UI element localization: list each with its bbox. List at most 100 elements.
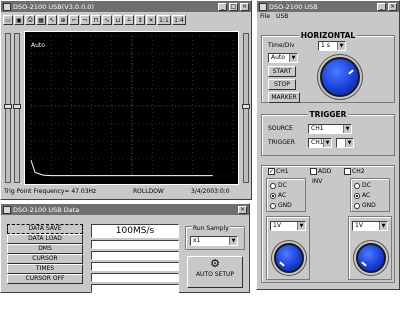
auto-select[interactable]: Auto ▼ [268,53,298,63]
time-div-select[interactable]: 1 s ▼ [318,41,346,51]
control-panel-titlebar[interactable]: DSO-2100 USB _ × [257,1,399,12]
app-icon [3,205,11,214]
ch2-dc-radio[interactable]: DC [354,182,371,189]
close-button[interactable]: × [240,2,249,11]
stop-button[interactable]: STOP [268,79,296,90]
cursor-off-button[interactable]: CURSOR OFF [7,274,83,284]
ch1-volt-knob[interactable] [274,243,304,273]
ch2-gnd-radio[interactable]: GND [354,202,376,209]
app-icon [3,2,11,11]
time-div-label: Time/Div [268,42,295,49]
close-button[interactable]: × [388,2,397,11]
grid-icon[interactable]: ▦ [36,15,46,25]
data-window: DSO-2100 USB Data × DATA SAVE DATA LOAD … [0,203,250,293]
mode-status: ROLLDOW [133,188,164,195]
ch2-volt-knob[interactable] [356,243,386,273]
channels-group: ✓ CH1 ADD CH2 INV DC AC GND DC AC GND 1V ▼… [261,165,395,283]
series-0-trace [30,160,213,177]
readout-field-2 [91,240,179,249]
trigger-group: TRIGGER SOURCE CH1 ▼ TRIGGER CH1 ▼ ▼ [261,110,395,156]
readout-field-3 [91,251,179,260]
measure-icon[interactable]: ↕ [135,15,145,25]
chevron-down-icon: ▼ [229,237,237,245]
save-icon[interactable]: ▣ [14,15,24,25]
trigger-level-slider[interactable] [242,33,250,183]
ch1-ac-radio[interactable]: AC [270,192,286,199]
probe-icon[interactable]: ⟂ [124,15,134,25]
chevron-down-icon: ▼ [345,139,353,147]
readout-field-5 [91,273,179,282]
menu-file[interactable]: File [260,13,270,20]
ch1-dc-radio[interactable]: DC [270,182,287,189]
menu-usb[interactable]: USB [276,13,288,20]
run-samply-select[interactable]: x1 ▼ [190,236,238,246]
sine-icon[interactable]: ∿ [102,15,112,25]
minimize-button[interactable]: _ [377,2,386,11]
fall-icon[interactable]: ¬ [80,15,90,25]
ch1-gnd-radio[interactable]: GND [270,202,292,209]
ch2-position-slider[interactable] [13,33,21,183]
ch2-volt-select[interactable]: 1V ▼ [352,221,388,231]
print-icon[interactable]: ⎙ [25,15,35,25]
trigger-source-label: SOURCE [268,125,293,132]
cursor-button[interactable]: CURSOR [7,254,83,264]
chevron-down-icon: ▼ [297,222,305,230]
ch1-position-slider[interactable] [4,33,12,183]
scope-window: DSO-2100 USB(V3.0.0.0) _ □ × ▭ ▣ ⎙ ▦ ↖ ⊕… [0,0,252,200]
control-panel-window: DSO-2100 USB _ × File USB HORIZONTAL Tim… [256,0,400,290]
horizontal-group: HORIZONTAL Time/Div 1 s ▼ Auto ▼ START STO… [261,31,395,103]
minimize-button[interactable]: _ [218,2,227,11]
close-button[interactable]: × [238,205,247,214]
dms-button[interactable]: DMS [7,244,83,254]
ch2-ac-radio[interactable]: AC [354,192,370,199]
data-menu-list: DATA SAVE DATA LOAD DMS CURSOR TIMES CUR… [7,224,83,284]
auto-setup-button[interactable]: ⚙ AUTO SETUP [187,256,243,288]
scope-plot [30,35,234,177]
control-panel-menubar: File USB [260,13,288,20]
marker-button[interactable]: MARKER [268,92,300,103]
trigger-mode-label: TRIGGER [268,139,295,146]
run-samply-group: Run Samply x1 ▼ [185,225,245,250]
rise-icon[interactable]: ⌐ [69,15,79,25]
maximize-button[interactable]: □ [229,2,238,11]
readout-field-6 [91,284,179,293]
sample-rate-field: 100MS/s [91,224,179,238]
control-panel-title: DSO-2100 USB [269,2,318,11]
inv-checkbox[interactable]: INV [312,178,322,185]
trigger-mode-select[interactable]: CH1 ▼ [308,138,332,148]
chevron-down-icon: ▼ [323,139,331,147]
ch2-checkbox[interactable]: CH2 [344,168,365,175]
scope-screen[interactable]: Auto [24,31,239,185]
chevron-down-icon: ▼ [343,125,351,133]
start-button[interactable]: START [268,66,296,77]
time-div-knob[interactable] [320,57,360,97]
chevron-down-icon: ▼ [379,222,387,230]
readout-field-4 [91,262,179,271]
cross-icon[interactable]: ✕ [146,15,156,25]
ratio-1-4-button[interactable]: 1:4 [172,15,186,25]
run-samply-label: Run Samply [192,225,230,232]
trigger-edge-select[interactable]: ▼ [336,138,354,148]
open-icon[interactable]: ▭ [3,15,13,25]
data-load-button[interactable]: DATA LOAD [7,234,83,244]
chevron-down-icon: ▼ [289,54,297,62]
readout-fields: 100MS/s [91,224,179,293]
ch2-volt-group: 1V ▼ [348,216,392,280]
square-icon[interactable]: ⊔ [113,15,123,25]
app-icon [259,2,267,11]
scope-window-title: DSO-2100 USB(V3.0.0.0) [13,2,94,11]
pulse-icon[interactable]: ⊓ [91,15,101,25]
times-button[interactable]: TIMES [7,264,83,274]
scope-window-titlebar[interactable]: DSO-2100 USB(V3.0.0.0) _ □ × [1,1,251,12]
data-save-button[interactable]: DATA SAVE [7,224,83,234]
data-window-titlebar[interactable]: DSO-2100 USB Data × [1,204,249,215]
ch1-volt-select[interactable]: 1V ▼ [270,221,306,231]
horizontal-title: HORIZONTAL [298,31,358,40]
add-checkbox[interactable]: ADD [310,168,331,175]
auto-setup-icon: ⚙ [210,257,220,270]
cursor-icon[interactable]: ↖ [47,15,57,25]
ch1-checkbox[interactable]: ✓ CH1 [268,168,289,175]
trigger-source-select[interactable]: CH1 ▼ [308,124,352,134]
zoom-icon[interactable]: ⊕ [58,15,68,25]
ratio-1-1-button[interactable]: 1:1 [157,15,171,25]
